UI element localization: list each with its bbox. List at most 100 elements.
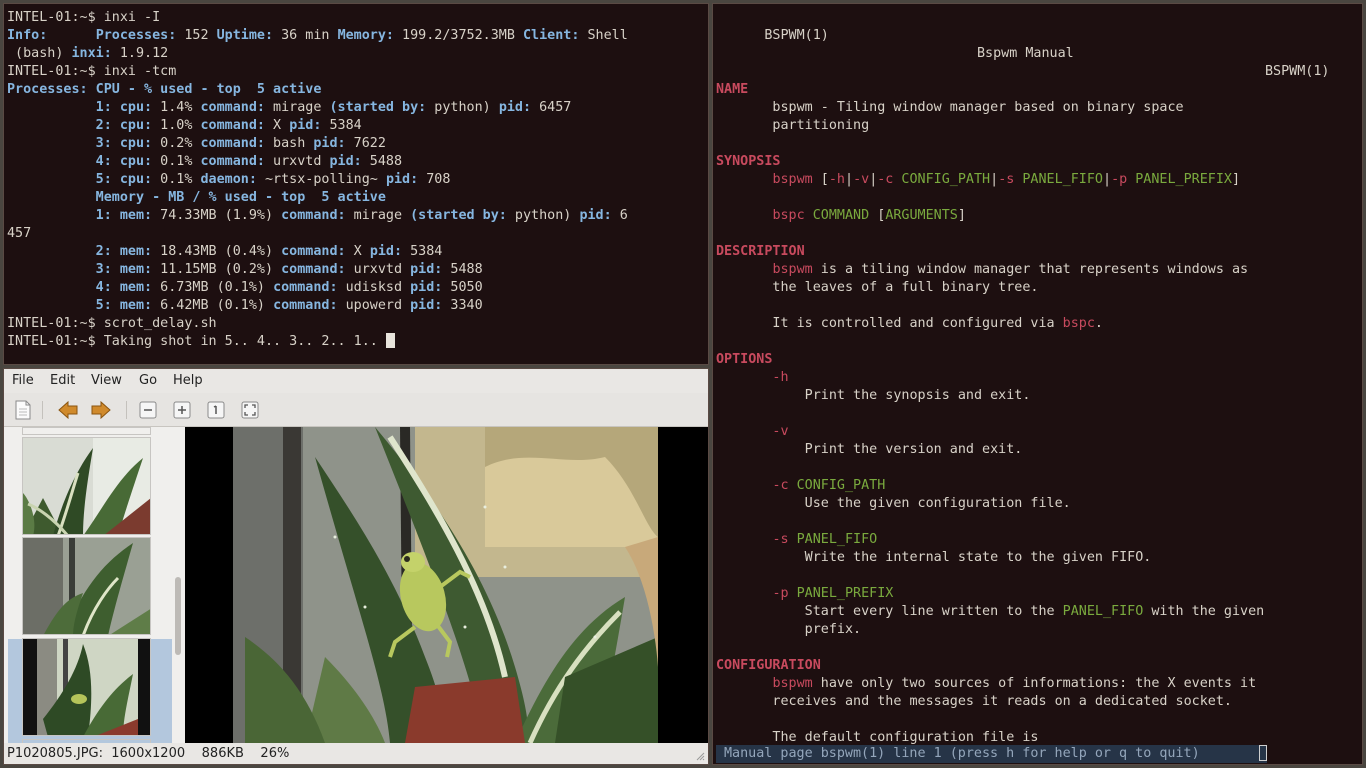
arg: ARGUMENTS bbox=[885, 208, 958, 223]
term-line: (bash) inxi: 1.9.12 bbox=[7, 45, 628, 63]
pipe: | bbox=[1103, 172, 1112, 187]
inxi-label: inxi: bbox=[71, 46, 112, 61]
inxi-version: 1.9.12 bbox=[111, 46, 169, 61]
cmd-bspwm: bspwm bbox=[772, 676, 813, 691]
menu-help[interactable]: Help bbox=[173, 373, 203, 388]
back-arrow-icon[interactable] bbox=[57, 399, 79, 421]
cpu-row: 1: cpu: 1.4% command: mirage (started by… bbox=[7, 99, 628, 117]
thumbnail-scrollbar[interactable] bbox=[172, 427, 185, 743]
zoom-out-icon[interactable] bbox=[137, 399, 159, 421]
menu-go[interactable]: Go bbox=[139, 373, 157, 388]
term-line: INTEL-01:~$ scrot_delay.sh bbox=[7, 315, 628, 333]
menu-view[interactable]: View bbox=[91, 373, 122, 388]
row-index: 2: bbox=[7, 118, 112, 133]
cpu-row: 4: cpu: 0.1% command: urxvtd pid: 5488 bbox=[7, 153, 628, 171]
term-line: INTEL-01:~$ inxi -tcm bbox=[7, 63, 628, 81]
man-text: receives and the messages it reads on a … bbox=[716, 694, 1232, 709]
mem-label: mem: bbox=[111, 208, 153, 223]
pid-value: 3340 bbox=[442, 298, 483, 313]
uptime-value: 36 min bbox=[273, 28, 338, 43]
flag: -s bbox=[772, 532, 789, 547]
arg: PANEL_FIFO bbox=[1014, 172, 1103, 187]
cmd-bspc: bspc bbox=[1062, 316, 1095, 331]
terminal-window[interactable]: INTEL-01:~$ inxi -I Info: Processes: 152… bbox=[3, 3, 709, 365]
cpu-label: cpu: bbox=[111, 100, 153, 115]
command-value: mirage bbox=[265, 100, 330, 115]
thumbnail[interactable] bbox=[22, 427, 151, 435]
pid-value: 7622 bbox=[345, 136, 386, 151]
row-index: 5: bbox=[7, 172, 112, 187]
bracket: [ bbox=[869, 208, 886, 223]
term-line: Info: Processes: 152 Uptime: 36 min Memo… bbox=[7, 27, 628, 45]
image-viewer-window[interactable]: File Edit View Go Help P1020805.JPG: 160… bbox=[3, 368, 709, 765]
option-s: -s PANEL_FIFO bbox=[716, 531, 1342, 549]
pid-label: pid: bbox=[329, 154, 362, 169]
menu-file[interactable]: File bbox=[12, 373, 34, 388]
scrollbar-thumb[interactable] bbox=[175, 577, 181, 655]
cpu-value: 1.4% bbox=[152, 100, 201, 115]
term-line: INTEL-01:~$ inxi -I bbox=[7, 9, 628, 27]
prompt: INTEL-01:~$ bbox=[7, 334, 104, 349]
section-synopsis: SYNOPSIS bbox=[716, 154, 781, 169]
command-value: urxvtd bbox=[265, 154, 330, 169]
menu-edit[interactable]: Edit bbox=[50, 373, 75, 388]
option-desc: Start every line written to the PANEL_FI… bbox=[716, 603, 1342, 621]
thumbnail-pane[interactable] bbox=[4, 427, 185, 743]
arg: PANEL_PREFIX bbox=[788, 586, 894, 601]
thumbnail[interactable] bbox=[22, 537, 151, 635]
pid-label: pid: bbox=[289, 118, 322, 133]
started-by-value: python) bbox=[426, 100, 499, 115]
thumbnail[interactable] bbox=[22, 437, 151, 535]
man-header: BSPWM(1) Bspwm Manual BSPWM(1) bbox=[716, 9, 1342, 79]
option-p: -p PANEL_PREFIX bbox=[716, 585, 1342, 603]
cpu-value: 0.1% bbox=[152, 154, 201, 169]
cpu-row: 2: cpu: 1.0% command: X pid: 5384 bbox=[7, 117, 628, 135]
pid-label: pid: bbox=[410, 280, 443, 295]
pid-value: 5384 bbox=[402, 244, 443, 259]
man-header-right: BSPWM(1) bbox=[1265, 64, 1330, 79]
text: . bbox=[1094, 316, 1103, 331]
text: is a tiling window manager that represen… bbox=[812, 262, 1249, 277]
flag: -p bbox=[1111, 172, 1128, 187]
zoom-fit-icon[interactable] bbox=[239, 399, 261, 421]
zoom-1to1-icon[interactable] bbox=[205, 399, 227, 421]
option-desc: Print the version and exit. bbox=[716, 442, 1023, 457]
started-by-value: python) bbox=[506, 208, 580, 223]
mem-value: 6.42MB (0.1%) bbox=[152, 298, 274, 313]
command-text: inxi -tcm bbox=[103, 64, 177, 79]
mem-label: mem: bbox=[111, 280, 153, 295]
pid-value: 6457 bbox=[531, 100, 572, 115]
bracket: ] bbox=[1232, 172, 1241, 187]
man-text: bspwm have only two sources of informati… bbox=[716, 675, 1342, 693]
new-file-icon[interactable] bbox=[12, 399, 34, 421]
row-index: 3: bbox=[7, 136, 112, 151]
cmd-bspwm: bspwm bbox=[772, 172, 813, 187]
image-canvas[interactable] bbox=[185, 427, 708, 743]
uptime-label: Uptime: bbox=[216, 28, 274, 43]
command-label: command: bbox=[200, 118, 266, 133]
thumbnail-selected[interactable] bbox=[22, 638, 151, 736]
option-desc: Print the synopsis and exit. bbox=[716, 388, 1031, 403]
started-by-label: (started by: bbox=[410, 208, 507, 223]
man-page-window[interactable]: BSPWM(1) Bspwm Manual BSPWM(1) NAME bspw… bbox=[712, 3, 1363, 765]
command-text: scrot_delay.sh bbox=[103, 316, 217, 331]
zoom-in-icon[interactable] bbox=[171, 399, 193, 421]
text: Start every line written to the bbox=[716, 604, 1063, 619]
term-line: Processes: CPU - % used - top 5 active bbox=[7, 81, 628, 99]
term-line: Memory - MB / % used - top 5 active bbox=[7, 189, 628, 207]
client-shell: (bash) bbox=[7, 46, 72, 61]
resize-grip-icon[interactable] bbox=[695, 751, 705, 761]
command-value: bash bbox=[265, 136, 314, 151]
mem-value: 6.73MB (0.1%) bbox=[152, 280, 274, 295]
command-label: command: bbox=[273, 298, 338, 313]
flag: -c bbox=[772, 478, 789, 493]
text: have only two sources of informations: t… bbox=[812, 676, 1257, 691]
flag: -h bbox=[828, 172, 845, 187]
forward-arrow-icon[interactable] bbox=[90, 399, 112, 421]
